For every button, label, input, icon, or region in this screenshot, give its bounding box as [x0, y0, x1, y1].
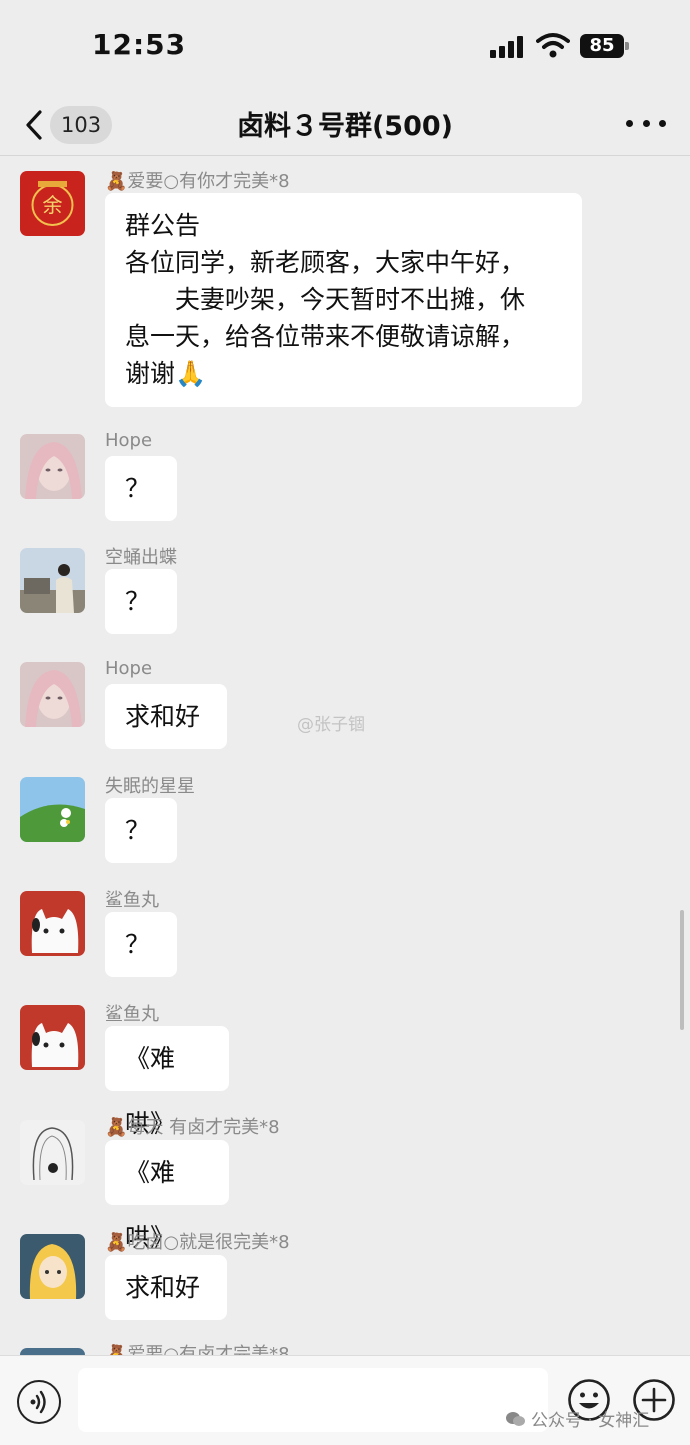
chat-header: 103 卤料３号群(500)	[0, 95, 690, 155]
anime-girl-avatar-icon	[20, 1234, 85, 1299]
message-bubble[interactable]: ？	[105, 569, 177, 634]
message-bubble[interactable]: ？	[105, 798, 177, 863]
avatar[interactable]	[20, 1005, 85, 1070]
chat-title: 卤料３号群(500)	[236, 111, 454, 142]
teddy-bear-icon: 🧸	[105, 1232, 128, 1253]
white-cat-avatar-icon	[20, 891, 85, 956]
sender-name: 🧸爱要○有你才完美*8	[105, 171, 290, 192]
voice-input-button[interactable]	[17, 1380, 61, 1424]
sender-name: 空蛹出蝶	[105, 547, 177, 568]
sender-name: Hope	[105, 658, 153, 679]
sender-name: Hope	[105, 430, 153, 451]
teddy-bear-icon: 🧸	[105, 171, 128, 192]
outdoor-photo-avatar-icon	[20, 548, 85, 613]
status-time: 12:53	[92, 28, 187, 61]
sender-name: 鲨鱼丸	[105, 890, 159, 911]
announcement-line: 夫妻吵架，今天暂时不出摊，休	[125, 285, 526, 314]
weibo-watermark: @张子锢	[297, 715, 365, 735]
girl-portrait-avatar-icon	[20, 662, 85, 727]
message-bubble[interactable]: ？	[105, 912, 177, 977]
status-bar: 12:53 85	[0, 0, 690, 95]
avatar[interactable]	[20, 662, 85, 727]
sender-name: 🧸吃卤○就是很完美*8	[105, 1232, 290, 1253]
more-dot-icon	[626, 119, 633, 127]
message-input[interactable]	[78, 1368, 548, 1432]
svg-text:余: 余	[43, 193, 63, 217]
message-item: 🧸爱要○有卤才完美*8	[0, 1340, 690, 1355]
avatar[interactable]	[20, 891, 85, 956]
more-options-button[interactable]	[626, 111, 666, 135]
message-bubble[interactable]: 《难哄》	[105, 1140, 229, 1252]
wechat-logo-icon	[506, 1411, 525, 1426]
shop-logo-avatar-icon: 余	[20, 171, 85, 236]
avatar[interactable]	[20, 777, 85, 842]
wifi-icon	[536, 33, 570, 58]
battery-level: 85	[580, 34, 624, 58]
shop-logo-avatar-icon	[20, 1348, 85, 1355]
header-divider	[0, 155, 690, 156]
input-bar	[0, 1355, 690, 1445]
avatar[interactable]	[20, 1234, 85, 1299]
battery-tip	[625, 42, 629, 50]
announcement-line: 谢谢🙏	[125, 359, 207, 388]
avatar[interactable]	[20, 434, 85, 499]
message-bubble[interactable]: 求和好	[105, 1255, 227, 1320]
more-dot-icon	[642, 119, 650, 127]
avatar[interactable]	[20, 1120, 85, 1185]
announcement-title: 群公告	[125, 211, 201, 240]
sender-name: 🧸每天 有卤才完美*8	[105, 1117, 280, 1138]
more-dot-icon	[659, 119, 666, 127]
sender-name: 🧸爱要○有卤才完美*8	[105, 1340, 290, 1355]
announcement-line: 各位同学，新老顾客，大家中午好，	[125, 248, 526, 277]
cartoon-hill-avatar-icon	[20, 777, 85, 842]
footer-watermark: 公众号 · 女神汇	[505, 1406, 649, 1431]
avatar[interactable]	[20, 548, 85, 613]
sender-name: 失眠的星星	[105, 776, 195, 797]
cellular-signal-icon	[490, 36, 523, 58]
sketch-portrait-avatar-icon	[20, 1120, 85, 1185]
message-bubble[interactable]: 《难哄》	[105, 1026, 229, 1138]
girl-portrait-avatar-icon	[20, 434, 85, 499]
teddy-bear-icon: 🧸	[105, 1344, 128, 1355]
sender-name: 鲨鱼丸	[105, 1004, 159, 1025]
white-cat-avatar-icon	[20, 1005, 85, 1070]
avatar[interactable]: 余	[20, 171, 85, 236]
battery-indicator: 85	[580, 34, 630, 58]
announcement-line: 息一天，给各位带来不便敬请谅解，	[125, 322, 526, 351]
voice-wave-icon	[30, 1390, 46, 1414]
teddy-bear-icon: 🧸	[105, 1117, 128, 1138]
scrollbar[interactable]	[680, 910, 684, 1030]
message-bubble[interactable]: 群公告 各位同学，新老顾客，大家中午好， 夫妻吵架，今天暂时不出摊，休 息一天，…	[105, 193, 582, 407]
message-bubble[interactable]: 求和好	[105, 684, 227, 749]
avatar[interactable]	[20, 1348, 85, 1355]
message-bubble[interactable]: ？	[105, 456, 177, 521]
